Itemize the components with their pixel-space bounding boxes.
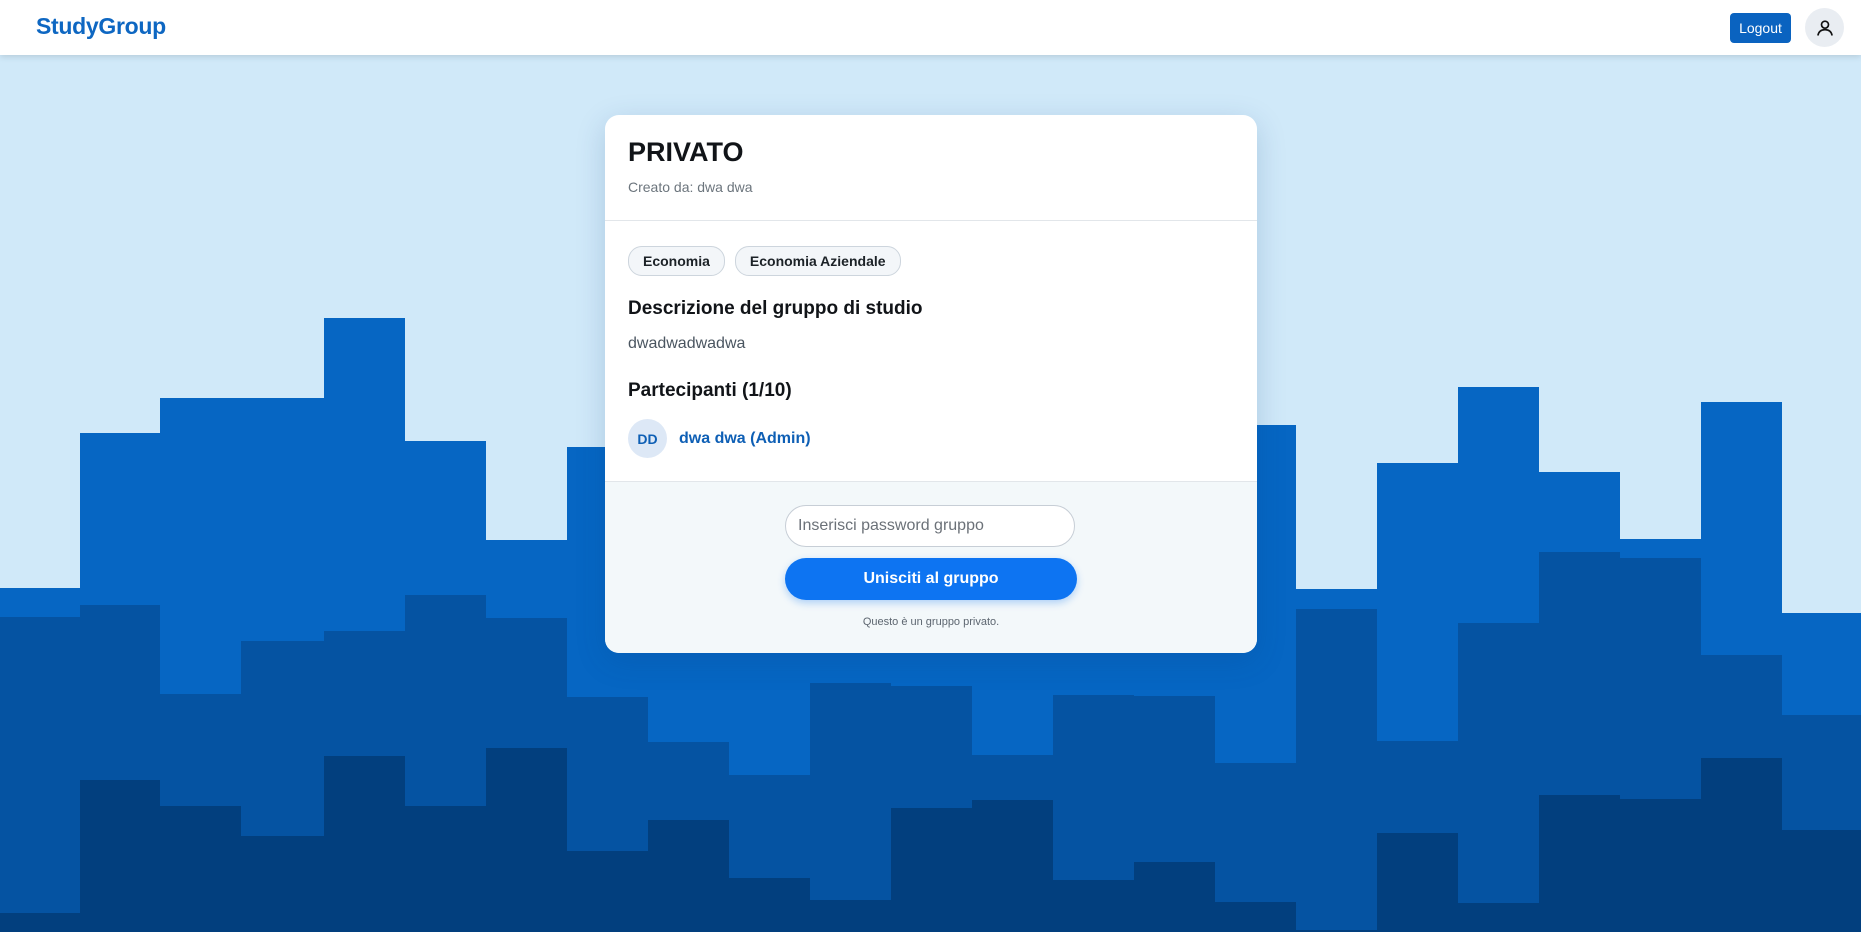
group-description: dwadwadwadwa: [628, 335, 746, 352]
group-creator: Creato da: dwa dwa: [628, 179, 753, 195]
tag-chip[interactable]: Economia: [628, 246, 725, 276]
participant-name[interactable]: dwa dwa (Admin): [679, 430, 811, 448]
participant-avatar: DD: [628, 419, 667, 458]
brand-logo[interactable]: StudyGroup: [36, 13, 166, 40]
group-tags: Economia Economia Aziendale: [628, 246, 901, 276]
participant-item[interactable]: DD dwa dwa (Admin): [628, 419, 811, 458]
user-icon: [1816, 19, 1833, 36]
description-heading: Descrizione del gruppo di studio: [628, 298, 923, 319]
participants-heading: Partecipanti (1/10): [628, 380, 792, 401]
group-card-header: PRIVATO Creato da: dwa dwa: [605, 115, 1257, 221]
join-group-button[interactable]: Unisciti al gruppo: [785, 558, 1077, 600]
page: StudyGroup Logout PRIVATO Creato da: dwa…: [0, 0, 1861, 932]
user-menu-button[interactable]: [1805, 8, 1844, 47]
top-navbar: StudyGroup Logout: [0, 0, 1861, 55]
tag-chip[interactable]: Economia Aziendale: [734, 246, 901, 276]
group-title: PRIVATO: [628, 137, 744, 167]
join-section: Unisciti al gruppo Questo è un gruppo pr…: [605, 481, 1257, 653]
private-group-note: Questo è un gruppo privato.: [862, 616, 1000, 628]
logout-button[interactable]: Logout: [1730, 13, 1791, 43]
group-card: PRIVATO Creato da: dwa dwa Economia Econ…: [605, 115, 1257, 653]
group-password-input[interactable]: [785, 505, 1075, 547]
